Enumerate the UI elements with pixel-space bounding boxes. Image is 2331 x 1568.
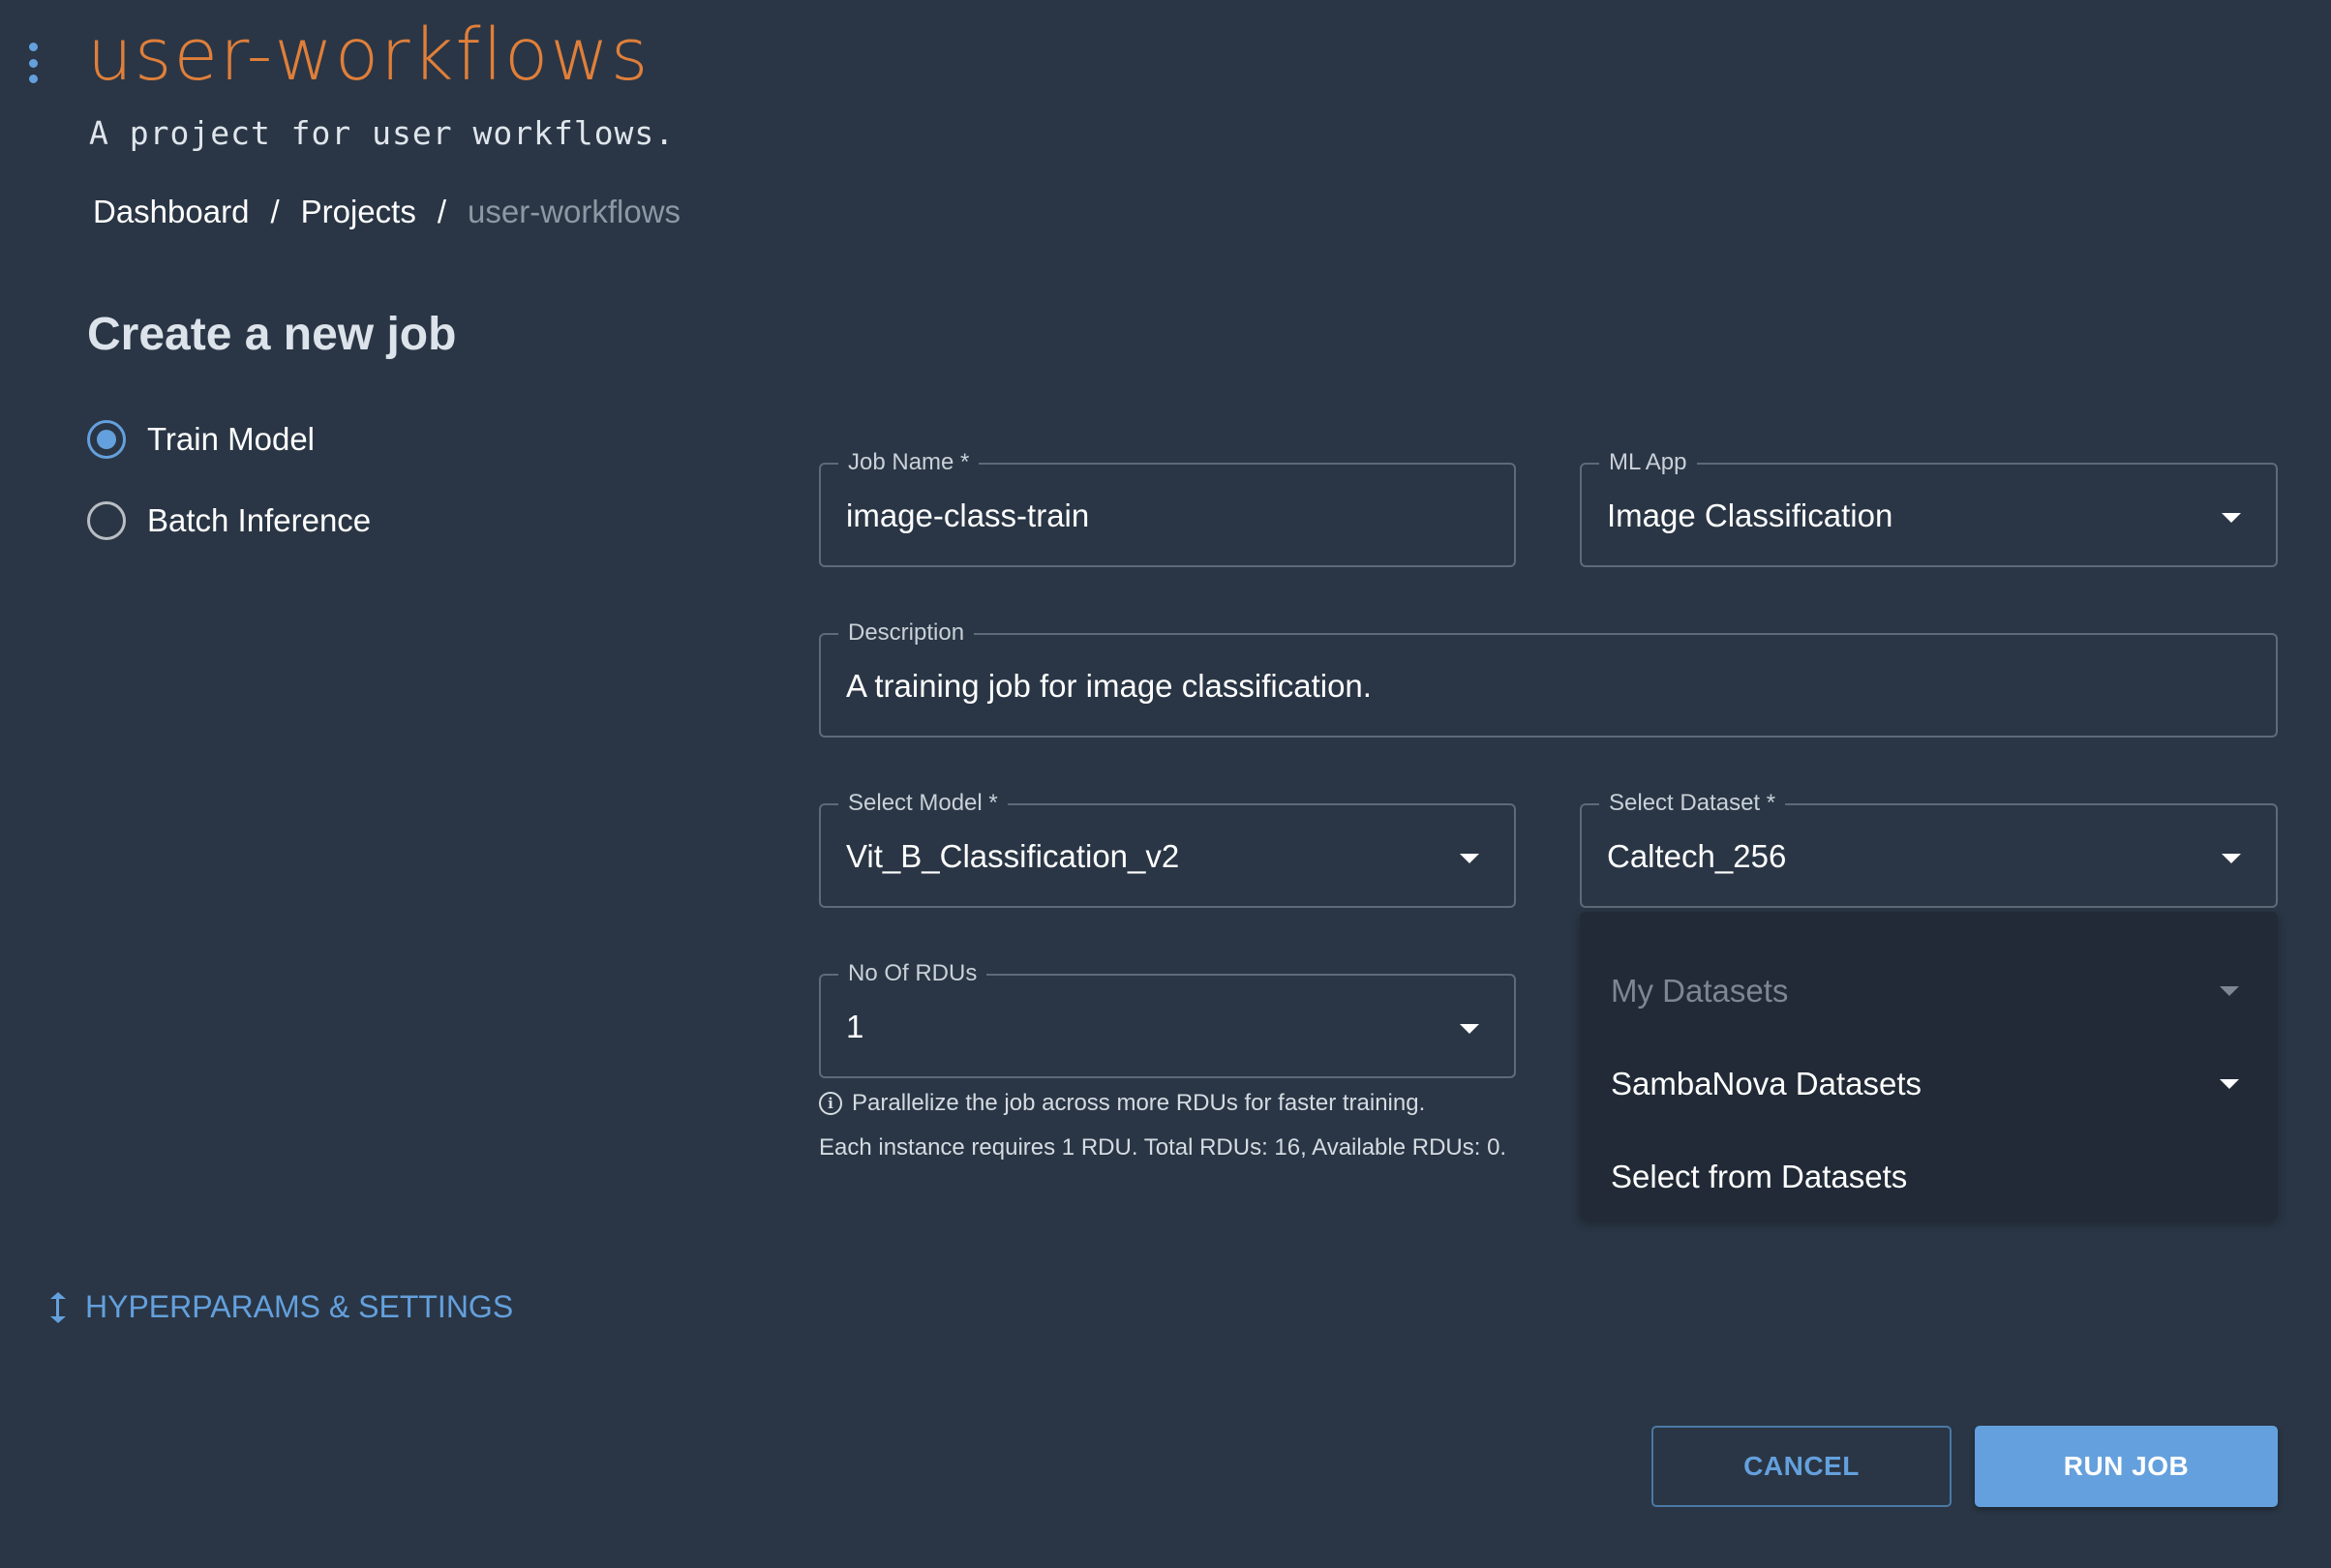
description-field[interactable]: Description A training job for image cla… [819, 619, 2278, 738]
field-label: Description [838, 619, 975, 647]
ml-app-select[interactable]: ML App Image Classification [1580, 449, 2278, 567]
breadcrumb-separator: / [270, 194, 280, 229]
project-subtitle: A project for user workflows. [89, 114, 676, 152]
rdus-select[interactable]: No Of RDUs 1 [819, 960, 1516, 1078]
chevron-down-icon[interactable] [1460, 854, 1479, 863]
radio-checked-icon[interactable] [87, 420, 126, 459]
rdus-help-text: i Parallelize the job across more RDUs f… [819, 1090, 1425, 1117]
hyperparams-label: HYPERPARAMS & SETTINGS [85, 1289, 514, 1324]
radio-train-model[interactable]: Train Model [87, 420, 315, 459]
description-input[interactable]: A training job for image classification. [846, 668, 1372, 705]
kebab-dot [28, 58, 38, 68]
menu-item-label: SambaNova Datasets [1611, 1066, 1922, 1101]
page-title: Create a new job [87, 309, 457, 360]
menu-item-label: Select from Datasets [1611, 1159, 1908, 1194]
project-title: user-workflows [87, 14, 651, 97]
hyperparams-toggle[interactable]: HYPERPARAMS & SETTINGS [50, 1289, 513, 1325]
menu-item-my-datasets: My Datasets [1611, 962, 2239, 1020]
ml-app-value: Image Classification [1607, 498, 1893, 533]
model-value: Vit_B_Classification_v2 [846, 838, 1180, 874]
field-label: Select Model * [838, 790, 1008, 817]
menu-item-sambanova-datasets[interactable]: SambaNova Datasets [1611, 1055, 2239, 1113]
breadcrumb-dashboard[interactable]: Dashboard [93, 194, 249, 230]
rdus-help: Parallelize the job across more RDUs for… [852, 1090, 1426, 1116]
job-name-field[interactable]: Job Name * image-class-train [819, 449, 1516, 567]
breadcrumb-projects[interactable]: Projects [301, 194, 416, 230]
chevron-down-icon[interactable] [2222, 854, 2241, 863]
breadcrumb-current: user-workflows [468, 194, 681, 229]
rdus-info-text: Each instance requires 1 RDU. Total RDUs… [819, 1134, 1507, 1161]
rdus-value: 1 [846, 1009, 864, 1044]
field-label: Job Name * [838, 449, 980, 476]
dataset-select[interactable]: Select Dataset * Caltech_256 [1580, 790, 2278, 908]
run-job-button[interactable]: RUN JOB [1975, 1426, 2278, 1507]
kebab-dot [28, 75, 38, 83]
radio-label: Train Model [147, 421, 316, 457]
radio-unchecked-icon[interactable] [87, 501, 126, 540]
chevron-down-icon [2220, 986, 2239, 996]
menu-item-select-from-datasets[interactable]: Select from Datasets [1611, 1148, 2239, 1206]
dataset-value: Caltech_256 [1607, 838, 1787, 874]
breadcrumb-separator: / [437, 194, 447, 229]
field-label: No Of RDUs [838, 960, 987, 987]
cancel-button[interactable]: CANCEL [1651, 1426, 1952, 1507]
menu-item-label: My Datasets [1611, 973, 1789, 1009]
kebab-menu-icon[interactable] [25, 43, 41, 83]
field-label: Select Dataset * [1599, 790, 1786, 817]
expand-vertical-icon [50, 1291, 66, 1323]
radio-label: Batch Inference [147, 502, 372, 538]
field-label: ML App [1599, 449, 1697, 476]
job-name-input[interactable]: image-class-train [846, 498, 1089, 534]
radio-batch-inference[interactable]: Batch Inference [87, 501, 371, 540]
chevron-down-icon[interactable] [2222, 513, 2241, 523]
kebab-dot [28, 43, 38, 51]
info-icon: i [819, 1092, 842, 1115]
chevron-down-icon[interactable] [1460, 1024, 1479, 1034]
chevron-down-icon[interactable] [2220, 1079, 2239, 1089]
breadcrumb: Dashboard / Projects / user-workflows [93, 194, 681, 230]
dataset-dropdown-menu: My Datasets SambaNova Datasets Select fr… [1580, 912, 2278, 1220]
model-select[interactable]: Select Model * Vit_B_Classification_v2 [819, 790, 1516, 908]
